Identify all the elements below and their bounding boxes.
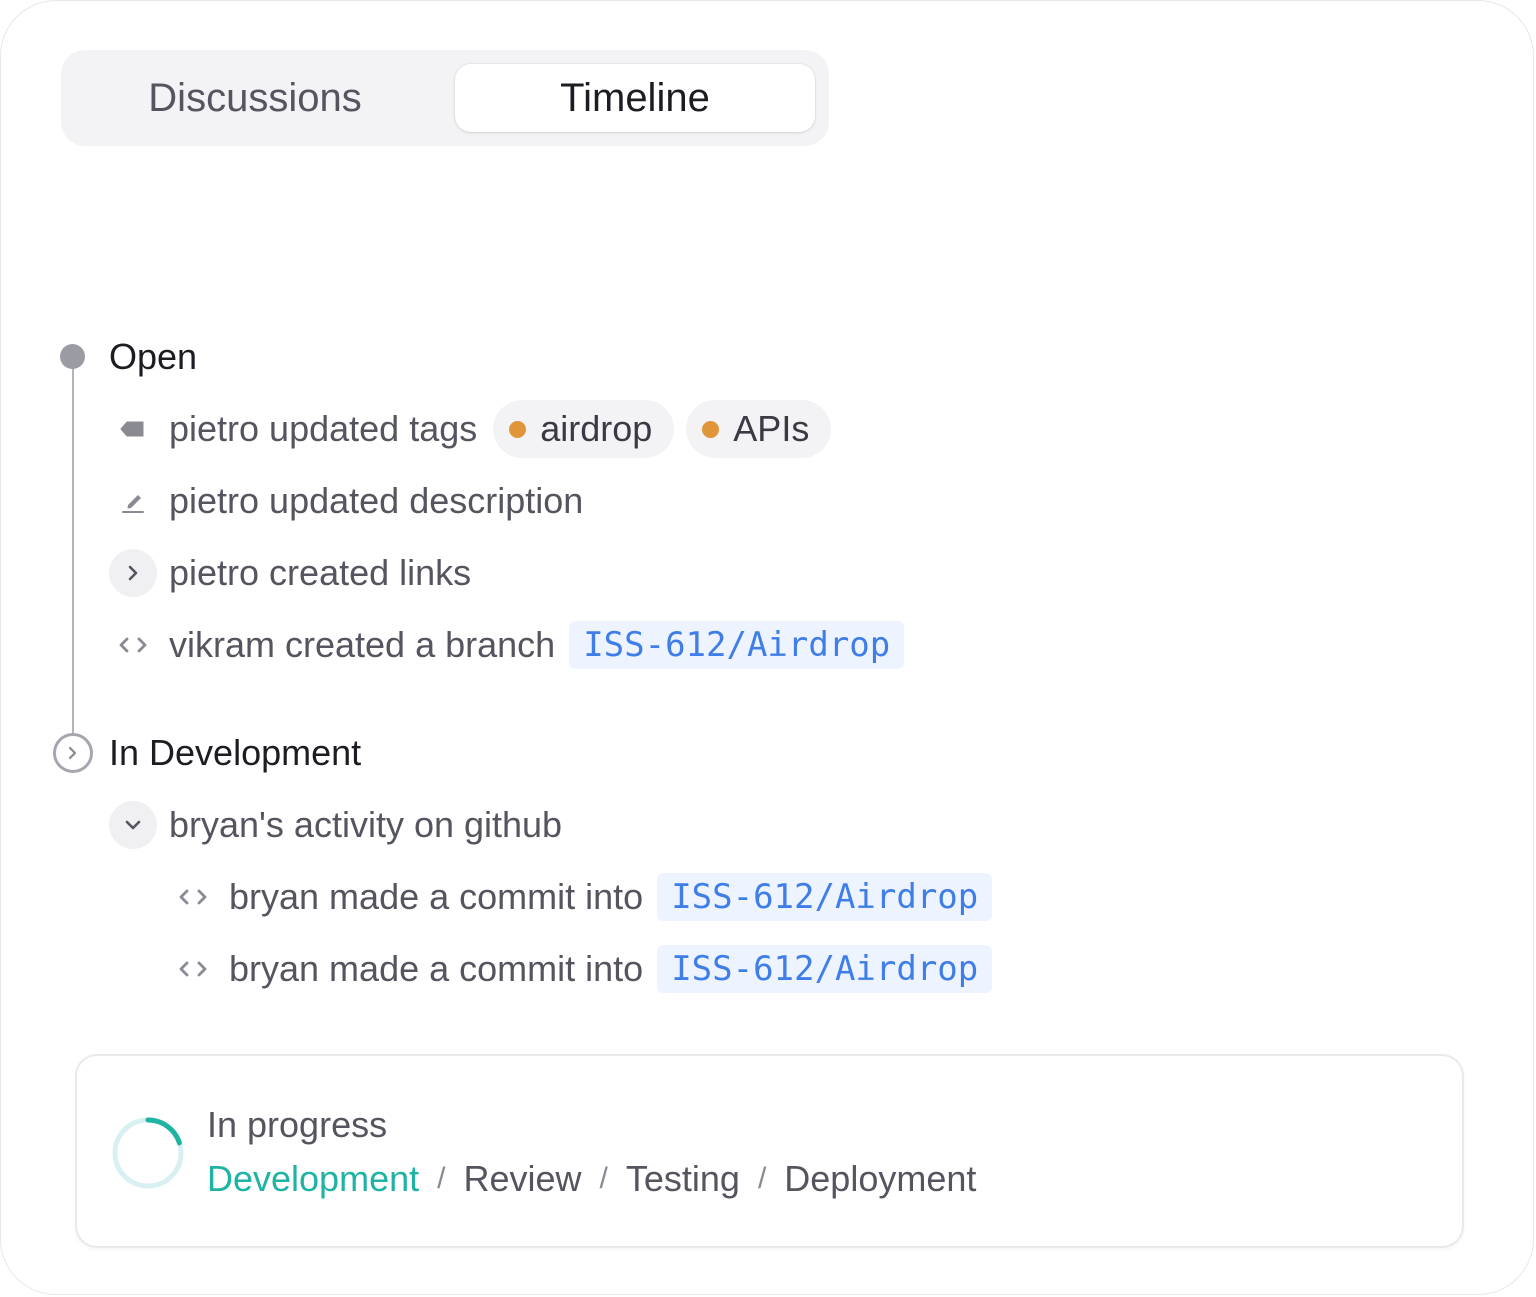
timeline-event: bryan made a commit into ISS-612/Airdrop <box>169 867 993 927</box>
event-text: bryan made a commit into <box>229 948 644 989</box>
stage-breadcrumb: Development / Review / Testing / Deploym… <box>207 1158 976 1200</box>
tag-label: airdrop <box>540 408 653 449</box>
tag-airdrop[interactable]: airdrop <box>493 400 675 458</box>
breadcrumb-separator: / <box>437 1162 446 1195</box>
collapse-activity-button[interactable] <box>109 801 157 849</box>
tag-icon <box>109 405 157 453</box>
event-text: pietro updated description <box>169 480 584 521</box>
stage-deployment[interactable]: Deployment <box>784 1158 976 1200</box>
tag-label: APIs <box>733 408 810 449</box>
timeline-event: pietro created links <box>109 543 471 603</box>
breadcrumb-separator: / <box>757 1162 767 1195</box>
activity-group-header: bryan's activity on github <box>109 795 562 855</box>
stage-testing[interactable]: Testing <box>626 1158 740 1200</box>
breadcrumb-separator: / <box>599 1162 608 1195</box>
tag-color-dot <box>509 420 527 438</box>
tab-discussions[interactable]: Discussions <box>81 64 429 132</box>
in-development-status-icon <box>53 733 93 773</box>
section-title-open: Open <box>109 336 198 377</box>
timeline-event: pietro updated tags airdrop APIs <box>109 399 832 459</box>
event-text: vikram created a branch <box>169 624 556 665</box>
chevron-down-icon <box>125 820 141 830</box>
branch-link[interactable]: ISS-612/Airdrop <box>657 873 993 921</box>
timeline-event: bryan made a commit into ISS-612/Airdrop <box>169 939 993 999</box>
branch-link[interactable]: ISS-612/Airdrop <box>657 945 993 993</box>
progress-ring-icon <box>112 1117 184 1189</box>
event-text: bryan made a commit into <box>229 876 644 917</box>
timeline-card: Discussions Timeline Open pietro updated… <box>0 0 1534 1295</box>
timeline-rail <box>72 357 74 739</box>
code-icon <box>109 621 157 669</box>
stage-review[interactable]: Review <box>463 1158 581 1200</box>
tag-apis[interactable]: APIs <box>686 400 832 458</box>
branch-link[interactable]: ISS-612/Airdrop <box>569 621 905 669</box>
tab-timeline[interactable]: Timeline <box>455 64 815 132</box>
expand-links-button[interactable] <box>109 549 157 597</box>
code-icon <box>169 945 217 993</box>
progress-title: In progress <box>207 1104 388 1145</box>
chevron-right-icon <box>128 565 138 581</box>
event-text: bryan's activity on github <box>169 804 563 845</box>
code-icon <box>169 873 217 921</box>
event-text: pietro updated tags <box>169 408 478 449</box>
pencil-icon <box>109 477 157 525</box>
event-text: pietro created links <box>169 552 472 593</box>
section-title-in-development: In Development <box>109 732 362 773</box>
chevron-right-icon <box>68 746 77 760</box>
view-tabs: Discussions Timeline <box>61 50 829 146</box>
timeline-event: vikram created a branch ISS-612/Airdrop <box>109 615 905 675</box>
status-dot-icon <box>60 344 85 369</box>
progress-panel: In progress Development / Review / Testi… <box>75 1054 1464 1248</box>
tag-color-dot <box>702 420 720 438</box>
stage-development[interactable]: Development <box>207 1158 419 1200</box>
timeline-event: pietro updated description <box>109 471 583 531</box>
